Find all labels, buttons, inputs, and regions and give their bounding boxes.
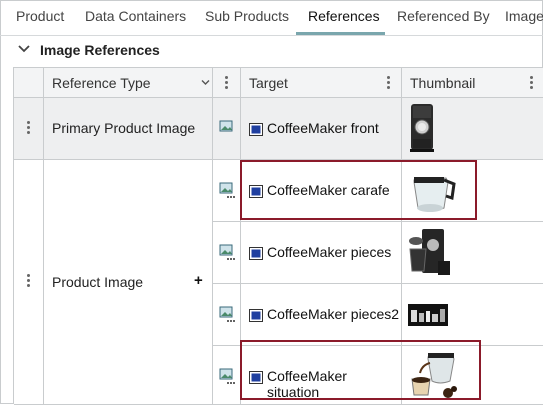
image-file-icon	[249, 371, 263, 384]
references-grid: Reference Type Target Thumbnail Primary …	[13, 67, 543, 405]
thumbnail-cell[interactable]	[402, 160, 543, 222]
image-link-icon[interactable]	[219, 368, 236, 385]
thumbnail-cell[interactable]	[402, 346, 543, 405]
tab-referenced-by[interactable]: Referenced By	[397, 0, 490, 35]
header-kebab-cell[interactable]	[213, 68, 241, 98]
reference-type-label: Primary Product Image	[52, 120, 196, 136]
header-thumbnail[interactable]: Thumbnail	[402, 68, 543, 98]
row-action-cell[interactable]	[213, 346, 241, 405]
reference-type-label: Product Image	[52, 274, 144, 290]
kebab-icon[interactable]	[530, 76, 534, 91]
coffee-maker-pieces-thumbnail[interactable]	[408, 227, 452, 279]
header-thumbnail-label: Thumbnail	[410, 75, 476, 91]
section-header[interactable]: Image References	[0, 36, 543, 66]
header-reference-type[interactable]: Reference Type	[44, 68, 213, 98]
thumbnail-cell[interactable]	[402, 284, 543, 346]
active-tab-indicator	[296, 32, 385, 35]
target-label[interactable]: CoffeeMaker front	[267, 120, 379, 136]
image-link-icon[interactable]	[219, 120, 236, 137]
reference-type-cell: Primary Product Image	[44, 98, 213, 160]
image-file-icon	[249, 123, 263, 136]
reference-type-cell: Product Image +	[44, 160, 213, 405]
target-label[interactable]: CoffeeMaker pieces2	[267, 306, 399, 322]
row-action-cell[interactable]	[213, 98, 241, 160]
header-reference-type-label: Reference Type	[52, 75, 151, 91]
row-action-cell[interactable]	[213, 222, 241, 284]
tab-sub-products[interactable]: Sub Products	[205, 0, 289, 35]
row-drag-handle[interactable]	[14, 98, 44, 160]
drag-handle-icon[interactable]	[27, 121, 31, 136]
target-label[interactable]: CoffeeMaker situation	[267, 368, 401, 400]
tab-image[interactable]: Image	[505, 0, 543, 35]
header-row-handle	[14, 68, 44, 98]
kebab-icon[interactable]	[387, 76, 391, 91]
tab-bar: Product Data Containers Sub Products Ref…	[0, 0, 543, 36]
image-file-icon	[249, 185, 263, 198]
row-drag-handle[interactable]	[14, 160, 44, 405]
row-action-cell[interactable]	[213, 160, 241, 222]
image-link-icon[interactable]	[219, 244, 236, 261]
coffee-maker-front-thumbnail[interactable]	[408, 103, 436, 153]
target-label[interactable]: CoffeeMaker carafe	[267, 182, 390, 198]
header-target[interactable]: Target	[241, 68, 402, 98]
target-cell[interactable]: CoffeeMaker front	[241, 98, 402, 160]
chevron-down-icon[interactable]	[17, 42, 31, 56]
image-file-icon	[249, 247, 263, 260]
add-icon[interactable]: +	[194, 272, 203, 289]
drag-handle-icon[interactable]	[27, 274, 31, 289]
row-action-cell[interactable]	[213, 284, 241, 346]
target-cell[interactable]: CoffeeMaker carafe	[241, 160, 402, 222]
tab-product[interactable]: Product	[16, 0, 64, 35]
image-link-icon[interactable]	[219, 306, 236, 323]
image-link-icon[interactable]	[219, 182, 236, 199]
coffee-carafe-thumbnail[interactable]	[408, 168, 458, 216]
kebab-icon[interactable]	[225, 76, 229, 91]
thumbnail-cell[interactable]	[402, 98, 543, 160]
chevron-down-icon[interactable]	[201, 79, 210, 86]
coffee-situation-thumbnail[interactable]	[408, 351, 460, 401]
section-title: Image References	[40, 42, 160, 58]
target-label[interactable]: CoffeeMaker pieces	[267, 244, 391, 260]
thumbnail-cell[interactable]	[402, 222, 543, 284]
tab-references[interactable]: References	[308, 0, 380, 35]
tab-data-containers[interactable]: Data Containers	[85, 0, 186, 35]
coffee-maker-pieces2-thumbnail[interactable]	[408, 304, 448, 326]
target-cell[interactable]: CoffeeMaker pieces2	[241, 284, 402, 346]
image-file-icon	[249, 309, 263, 322]
target-cell[interactable]: CoffeeMaker pieces	[241, 222, 402, 284]
target-cell[interactable]: CoffeeMaker situation	[241, 346, 402, 405]
header-target-label: Target	[249, 75, 288, 91]
